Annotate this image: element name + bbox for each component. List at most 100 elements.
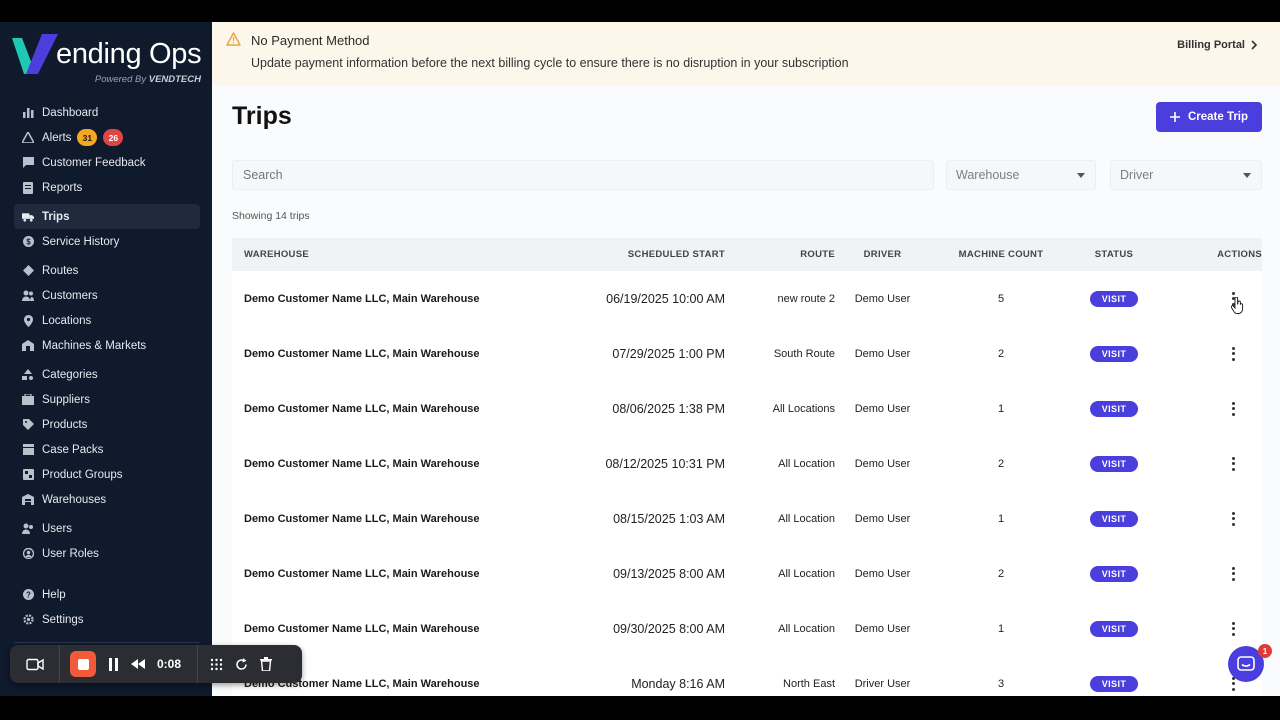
sidebar-item-user-roles[interactable]: User Roles (14, 541, 200, 566)
more-vertical-icon[interactable] (1226, 345, 1240, 363)
sidebar-item-dashboard[interactable]: Dashboard (14, 100, 200, 125)
cell-warehouse: Demo Customer Name LLC, Main Warehouse (244, 292, 480, 305)
sidebar-item-case-packs[interactable]: Case Packs (14, 437, 200, 462)
recording-timer: 0:08 (157, 657, 182, 671)
sidebar-item-customers[interactable]: Customers (14, 283, 200, 308)
sidebar-item-machines-markets[interactable]: Machines & Markets (14, 333, 200, 358)
chat-bubble-icon (1237, 655, 1255, 671)
cell-scheduled-start: 07/29/2025 1:00 PM (612, 346, 725, 361)
cell-machine-count: 1 (997, 622, 1005, 635)
bar-chart-icon (22, 107, 34, 119)
table-row[interactable]: Demo Customer Name LLC, Main Warehouse Mo… (232, 656, 1262, 696)
sidebar-item-reports[interactable]: Reports (14, 175, 200, 200)
cell-driver: Demo User (854, 567, 911, 580)
results-count: Showing 14 trips (232, 210, 310, 222)
more-vertical-icon[interactable] (1226, 455, 1240, 473)
sidebar-item-label: Routes (42, 264, 79, 277)
sidebar-item-routes[interactable]: Routes (14, 258, 200, 283)
cell-driver: Demo User (854, 512, 911, 525)
col-machine-count[interactable]: MACHINE COUNT (930, 249, 1072, 260)
driver-filter-label: Driver (1120, 168, 1154, 182)
sidebar-item-product-groups[interactable]: Product Groups (14, 462, 200, 487)
camera-icon (25, 658, 44, 670)
pause-icon[interactable] (108, 657, 119, 671)
grid-icon[interactable] (210, 658, 223, 671)
sidebar-item-products[interactable]: Products (14, 412, 200, 437)
table-row[interactable]: Demo Customer Name LLC, Main Warehouse 08… (232, 381, 1262, 436)
stop-recording-button[interactable] (70, 651, 96, 677)
sidebar-item-help[interactable]: ? Help (14, 582, 200, 607)
pin-icon (22, 314, 34, 327)
table-row[interactable]: Demo Customer Name LLC, Main Warehouse 09… (232, 546, 1262, 601)
cell-driver: Demo User (854, 292, 911, 305)
sidebar-item-service-history[interactable]: $ Service History (14, 229, 200, 254)
sidebar-item-label: Dashboard (42, 106, 99, 119)
billing-portal-link[interactable]: Billing Portal (1177, 39, 1258, 51)
cell-actions (1156, 455, 1262, 473)
cell-machine-count: 2 (997, 457, 1005, 470)
more-vertical-icon[interactable] (1226, 565, 1240, 583)
banner-text: Update payment information before the ne… (251, 56, 849, 70)
sidebar-item-users[interactable]: Users (14, 516, 200, 541)
col-route[interactable]: ROUTE (725, 249, 835, 260)
col-scheduled-start[interactable]: SCHEDULED START (562, 249, 725, 260)
col-warehouse[interactable]: WAREHOUSE (232, 249, 562, 260)
cell-machine-count: 2 (997, 347, 1005, 360)
payment-warning-banner: No Payment Method Update payment informa… (212, 22, 1280, 86)
driver-filter[interactable]: Driver (1110, 160, 1262, 190)
cell-actions (1156, 620, 1262, 638)
warning-icon (226, 32, 241, 46)
rewind-icon[interactable] (131, 659, 145, 669)
cell-actions (1156, 345, 1262, 363)
cell-machine-count: 1 (997, 402, 1005, 415)
col-driver[interactable]: DRIVER (835, 249, 930, 260)
categories-icon (22, 369, 34, 381)
table-row[interactable]: Demo Customer Name LLC, Main Warehouse 08… (232, 491, 1262, 546)
cell-driver: Demo User (854, 622, 911, 635)
sidebar-item-alerts[interactable]: Alerts 31 26 (14, 125, 200, 150)
cell-status: VISIT (1072, 675, 1156, 692)
camera-button[interactable] (10, 645, 60, 683)
cell-scheduled-start: 09/13/2025 8:00 AM (613, 566, 725, 581)
more-vertical-icon[interactable] (1226, 620, 1240, 638)
sidebar-item-label: Users (42, 522, 73, 535)
table-row[interactable]: Demo Customer Name LLC, Main Warehouse 08… (232, 436, 1262, 491)
cell-scheduled-start: 09/30/2025 8:00 AM (613, 621, 725, 636)
col-status[interactable]: STATUS (1072, 249, 1156, 260)
route-icon (22, 265, 34, 277)
sidebar-item-label: Categories (42, 368, 98, 381)
table-row[interactable]: Demo Customer Name LLC, Main Warehouse 07… (232, 326, 1262, 381)
trash-icon[interactable] (260, 657, 273, 671)
sidebar-item-categories[interactable]: Categories (14, 362, 200, 387)
cell-machine-count: 2 (997, 567, 1005, 580)
logo-v-icon (12, 34, 58, 74)
create-trip-button[interactable]: Create Trip (1156, 102, 1262, 132)
sidebar-item-customer-feedback[interactable]: Customer Feedback (14, 150, 200, 175)
sidebar-item-warehouses[interactable]: Warehouses (14, 487, 200, 512)
restart-icon[interactable] (235, 657, 248, 671)
sidebar-item-settings[interactable]: Settings (14, 607, 200, 632)
cell-warehouse: Demo Customer Name LLC, Main Warehouse (244, 567, 480, 580)
col-actions: ACTIONS (1217, 249, 1262, 260)
cell-route: South Route (773, 347, 835, 360)
cell-actions (1156, 510, 1262, 528)
tag-icon (22, 419, 34, 431)
sidebar: ending Ops Powered By VENDTECH Dashboard… (0, 22, 212, 696)
table-row[interactable]: Demo Customer Name LLC, Main Warehouse 09… (232, 601, 1262, 656)
stop-icon (77, 658, 89, 670)
brand-logo[interactable]: ending Ops Powered By VENDTECH (12, 34, 207, 88)
more-vertical-icon[interactable] (1226, 400, 1240, 418)
cell-route: All Location (778, 512, 835, 525)
warehouse-filter[interactable]: Warehouse (946, 160, 1096, 190)
sidebar-item-trips[interactable]: Trips (14, 204, 200, 229)
page-title: Trips (232, 102, 292, 130)
cell-driver: Driver User (854, 677, 911, 690)
table-row[interactable]: Demo Customer Name LLC, Main Warehouse 06… (232, 271, 1262, 326)
status-badge: VISIT (1089, 620, 1139, 637)
sidebar-item-locations[interactable]: Locations (14, 308, 200, 333)
search-input[interactable] (232, 160, 934, 190)
cell-status: VISIT (1072, 565, 1156, 582)
sidebar-item-suppliers[interactable]: Suppliers (14, 387, 200, 412)
table-body: Demo Customer Name LLC, Main Warehouse 06… (232, 271, 1262, 696)
more-vertical-icon[interactable] (1226, 510, 1240, 528)
